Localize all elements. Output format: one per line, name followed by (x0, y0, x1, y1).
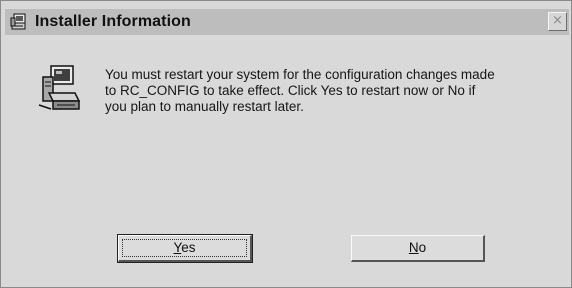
yes-button-label: Yes (173, 240, 196, 255)
title-bar[interactable]: Installer Information × (5, 9, 569, 35)
no-button-label: No (408, 240, 427, 255)
yes-button[interactable]: Yes (117, 234, 253, 263)
installer-information-dialog: Installer Information × You must restart… (0, 0, 572, 288)
dialog-title: Installer Information (35, 13, 191, 30)
close-button[interactable]: × (548, 12, 567, 31)
installer-setup-icon (38, 65, 81, 110)
close-icon: × (552, 13, 563, 28)
no-button[interactable]: No (351, 235, 485, 262)
installer-setup-icon (10, 13, 26, 30)
dialog-message: You must restart your system for the con… (105, 67, 495, 114)
